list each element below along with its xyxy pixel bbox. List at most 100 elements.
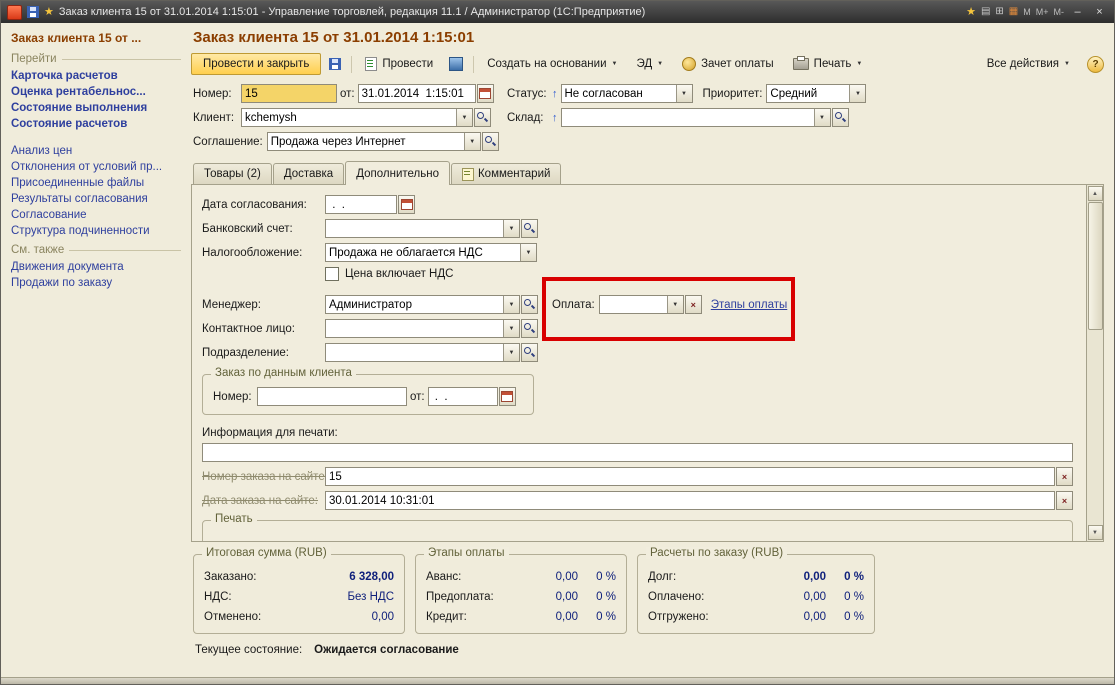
agreement-lookup-button[interactable] — [481, 132, 499, 151]
manager-combobox[interactable]: ▼ — [325, 295, 520, 314]
vertical-scrollbar[interactable]: ▲ ▼ — [1086, 185, 1103, 541]
scroll-down-button[interactable]: ▼ — [1087, 525, 1103, 540]
calendar-titlebar-icon[interactable]: ▦ — [1009, 7, 1018, 17]
sidebar-item-sostoyanie-raschetov[interactable]: Состояние расчетов — [11, 118, 181, 130]
sidebar-item-otkloneniya-ot-usloviy[interactable]: Отклонения от условий пр... — [11, 161, 181, 173]
dropdown-arrow-icon[interactable]: ▼ — [503, 344, 519, 361]
bank-account-input[interactable] — [326, 220, 503, 237]
warehouse-lookup-button[interactable] — [831, 108, 849, 127]
memory-m-button[interactable]: M — [1023, 7, 1031, 17]
site-number-clear-button[interactable]: × — [1056, 467, 1073, 486]
help-button[interactable]: ? — [1087, 55, 1104, 73]
save-button[interactable] — [324, 53, 346, 75]
titlebar-star-icon[interactable]: ★ — [44, 6, 54, 18]
all-actions-button[interactable]: Все действия ▼ — [979, 53, 1078, 75]
approval-date-input[interactable] — [326, 196, 396, 213]
warehouse-combobox[interactable]: ▼ — [560, 108, 831, 127]
sidebar-item-ocenka-rentabelnosti[interactable]: Оценка рентабельнос... — [11, 86, 181, 98]
tab-tovary[interactable]: Товары (2) — [193, 163, 272, 184]
site-date-input[interactable] — [326, 492, 1054, 509]
agreement-combobox[interactable]: ▼ — [266, 132, 481, 151]
sidebar-item-kartochka-raschetov[interactable]: Карточка расчетов — [11, 70, 181, 82]
sidebar-item-analiz-cen[interactable]: Анализ цен — [11, 145, 181, 157]
department-input[interactable] — [326, 344, 503, 361]
status-combobox[interactable]: ▼ — [560, 84, 693, 103]
approval-date-calendar-button[interactable] — [398, 195, 415, 214]
client-order-date-calendar-button[interactable] — [498, 387, 516, 406]
memory-m-minus-button[interactable]: M- — [1054, 7, 1065, 17]
minimize-button[interactable]: – — [1069, 6, 1086, 18]
priority-input[interactable] — [767, 85, 850, 102]
client-order-number-field[interactable] — [257, 387, 407, 406]
dropdown-arrow-icon[interactable]: ▼ — [813, 109, 830, 126]
dropdown-arrow-icon[interactable]: ▼ — [456, 109, 472, 126]
sidebar-item-sostoyanie-vypolneniya[interactable]: Состояние выполнения — [11, 102, 181, 114]
post-and-close-button[interactable]: Провести и закрыть — [191, 53, 322, 75]
sidebar-item-prisoedinennye-fayly[interactable]: Присоединенные файлы — [11, 177, 181, 189]
favorites-star-icon[interactable]: ★ — [966, 6, 976, 18]
payment-input[interactable] — [599, 296, 667, 313]
bank-account-combobox[interactable]: ▼ — [325, 219, 520, 238]
scrollbar-thumb[interactable] — [1087, 202, 1103, 330]
dropdown-arrow-icon[interactable]: ▼ — [675, 85, 692, 102]
bank-account-lookup-button[interactable] — [521, 219, 538, 238]
department-lookup-button[interactable] — [521, 343, 538, 362]
payment-stages-link[interactable]: Этапы оплаты — [711, 299, 788, 311]
sidebar-item-dvizheniya-dokumenta[interactable]: Движения документа — [11, 261, 181, 273]
dropdown-arrow-icon[interactable]: ▼ — [503, 220, 519, 237]
priority-combobox[interactable]: ▼ — [766, 84, 867, 103]
manager-input[interactable] — [326, 296, 503, 313]
number-input[interactable] — [242, 85, 336, 102]
close-button[interactable]: × — [1091, 6, 1108, 18]
taxation-input[interactable] — [326, 244, 520, 261]
titlebar-save-icon[interactable] — [27, 6, 39, 18]
status-input[interactable] — [561, 85, 676, 102]
doc-date-field[interactable] — [357, 84, 476, 103]
client-order-number-input[interactable] — [258, 388, 406, 405]
client-combobox[interactable]: ▼ — [241, 108, 473, 127]
print-button[interactable]: Печать ▼ — [785, 53, 871, 75]
client-lookup-button[interactable] — [474, 108, 491, 127]
post-button[interactable]: Провести — [357, 53, 441, 75]
taxation-combobox[interactable]: ▼ — [325, 243, 537, 262]
payment-combobox[interactable]: ▼ — [598, 295, 684, 314]
tab-kommentariy[interactable]: Комментарий — [450, 163, 562, 184]
contact-input[interactable] — [326, 320, 503, 337]
number-field[interactable] — [241, 84, 337, 103]
document-movements-button[interactable] — [444, 53, 468, 75]
print-info-field[interactable] — [202, 443, 1073, 462]
payment-offset-button[interactable]: Зачет оплаты — [674, 53, 782, 75]
vat-checkbox[interactable] — [325, 267, 339, 281]
agreement-input[interactable] — [267, 133, 464, 150]
client-order-date-input[interactable] — [428, 388, 497, 405]
site-date-clear-button[interactable]: × — [1056, 491, 1073, 510]
dropdown-arrow-icon[interactable]: ▼ — [503, 296, 519, 313]
approval-date-field[interactable] — [325, 195, 397, 214]
warehouse-input[interactable] — [561, 109, 814, 126]
sidebar-item-rezultaty-soglasovaniya[interactable]: Результаты согласования — [11, 193, 181, 205]
ed-button[interactable]: ЭД ▼ — [628, 53, 671, 75]
client-input[interactable] — [242, 109, 456, 126]
sidebar-item-soglasovanie[interactable]: Согласование — [11, 209, 181, 221]
doc-date-input[interactable] — [358, 85, 475, 102]
dropdown-arrow-icon[interactable]: ▼ — [520, 244, 536, 261]
site-date-field[interactable] — [325, 491, 1055, 510]
tab-dopolnitelno[interactable]: Дополнительно — [345, 161, 450, 185]
history-page-icon[interactable]: ▤ — [981, 7, 990, 17]
site-number-field[interactable] — [325, 467, 1055, 486]
dropdown-arrow-icon[interactable]: ▼ — [463, 133, 480, 150]
client-order-date-field[interactable] — [427, 387, 498, 406]
contact-combobox[interactable]: ▼ — [325, 319, 520, 338]
site-number-input[interactable] — [326, 468, 1054, 485]
manager-lookup-button[interactable] — [521, 295, 538, 314]
create-based-on-button[interactable]: Создать на основании ▼ — [479, 53, 625, 75]
sidebar-item-prodazhi-po-zakazu[interactable]: Продажи по заказу — [11, 277, 181, 289]
payment-clear-button[interactable]: × — [684, 295, 702, 314]
dropdown-arrow-icon[interactable]: ▼ — [849, 85, 866, 102]
contact-lookup-button[interactable] — [521, 319, 538, 338]
sidebar-item-struktura-podchinennosti[interactable]: Структура подчиненности — [11, 225, 181, 237]
print-info-input[interactable] — [203, 444, 1072, 461]
scroll-up-button[interactable]: ▲ — [1087, 186, 1103, 201]
dropdown-arrow-icon[interactable]: ▼ — [503, 320, 519, 337]
dropdown-arrow-icon[interactable]: ▼ — [666, 296, 683, 313]
